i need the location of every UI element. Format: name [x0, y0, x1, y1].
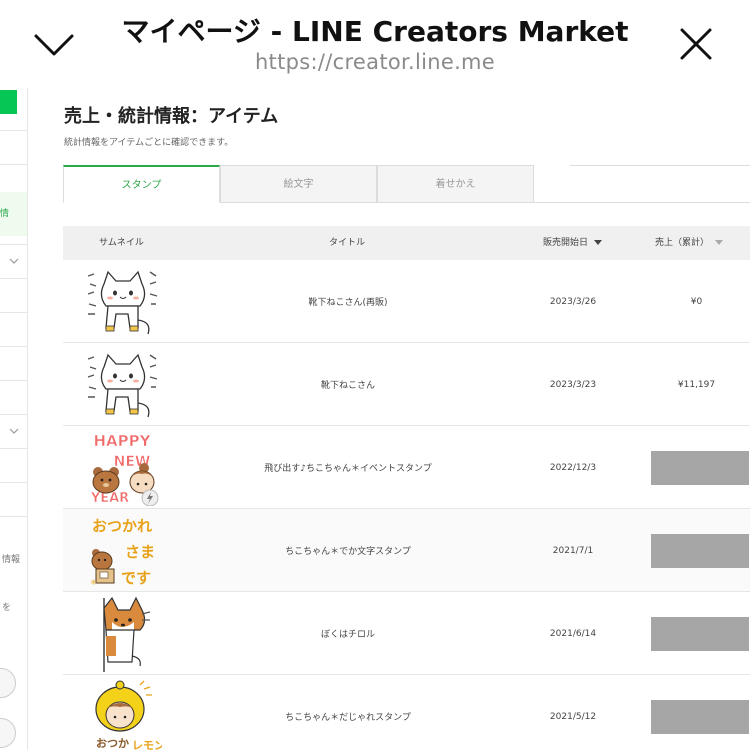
row-sales [643, 592, 750, 675]
sidebar-text[interactable]: 情報 [2, 552, 20, 565]
sidebar-divider [0, 380, 27, 381]
sidebar-divider [0, 312, 27, 313]
header-title: タイトル [329, 238, 366, 248]
redacted-value [650, 533, 749, 568]
cat-sticker-image [87, 270, 158, 334]
row-date: 2022/12/3 [549, 462, 597, 473]
table-row[interactable]: おつか レモン ちこちゃん＊だじゃれスタンプ 2021/5/12 [63, 675, 750, 750]
sidebar-divider [0, 414, 27, 415]
sort-icon[interactable] [715, 240, 724, 245]
sidebar-divider [0, 244, 27, 245]
row-date: 2021/5/12 [549, 711, 597, 722]
tab-stamp[interactable]: スタンプ [63, 165, 220, 203]
happy-new-year-sticker-image: HAPPY NEW YEAR [90, 431, 159, 506]
main-content: 売上・統計情報：アイテム 統計情報をアイテムごとに確認できます。 スタンプ 絵文… [28, 88, 750, 750]
sidebar-item-label: 情 [0, 209, 10, 219]
tab-bar-line [570, 165, 750, 166]
row-title[interactable]: ぼくはチロル [203, 592, 493, 675]
sidebar-divider [0, 516, 27, 517]
row-thumbnail[interactable] [77, 592, 167, 675]
item-type-tabs: スタンプ 絵文字 着せかえ [63, 165, 750, 203]
chevron-down-icon[interactable] [9, 426, 19, 436]
sidebar-divider [0, 130, 27, 131]
table-row[interactable]: ぼくはチロル 2021/6/14 [63, 592, 750, 675]
row-date: 2023/3/26 [549, 296, 597, 307]
row-thumbnail[interactable] [77, 343, 167, 426]
svg-text:おつか: おつか [96, 737, 129, 750]
row-date: 2021/6/14 [549, 628, 597, 639]
svg-text:です: です [121, 569, 151, 587]
sidebar-divider [0, 482, 27, 483]
header-sales-label: 売上（累計） [655, 238, 710, 248]
row-sales: ¥0 [690, 296, 703, 307]
svg-text:おつかれ: おつかれ [92, 517, 152, 535]
row-title[interactable]: ちこちゃん＊だじゃれスタンプ [203, 675, 493, 750]
svg-text:✳: ✳ [90, 578, 97, 587]
redacted-value [650, 616, 749, 651]
avatar[interactable] [0, 668, 16, 698]
close-icon[interactable] [676, 24, 716, 64]
sidebar-divider [0, 278, 27, 279]
row-title[interactable]: 飛び出す♪ちこちゃん＊イベントスタンプ [203, 426, 493, 509]
header-thumbnail: サムネイル [99, 238, 144, 248]
table-row[interactable]: 靴下ねこさん 2023/3/23 ¥11,197 [63, 343, 750, 426]
row-sales [643, 675, 750, 750]
row-date: 2023/3/23 [549, 379, 597, 390]
sidebar-text[interactable]: を [2, 600, 11, 613]
sidebar: 情 情報 を [0, 88, 28, 750]
browser-url[interactable]: https://creator.line.me [0, 50, 750, 74]
page-title: 売上・統計情報：アイテム [64, 106, 279, 127]
row-thumbnail[interactable]: おつか レモン [77, 675, 167, 750]
svg-text:YEAR: YEAR [90, 491, 129, 506]
page-description: 統計情報をアイテムごとに確認できます。 [64, 138, 234, 148]
table-row[interactable]: 靴下ねこさん(再販) 2023/3/26 ¥0 [63, 260, 750, 343]
row-title[interactable]: 靴下ねこさん(再販) [203, 260, 493, 343]
cat-sticker-image [87, 353, 158, 417]
tab-theme[interactable]: 着せかえ [377, 165, 534, 203]
sidebar-green-button[interactable] [0, 90, 17, 114]
header-sales[interactable]: 売上（累計） [655, 226, 724, 260]
sidebar-item-active[interactable]: 情 [0, 192, 27, 236]
redacted-value [650, 450, 749, 485]
row-sales [643, 509, 750, 592]
row-sales [643, 426, 750, 509]
redacted-value [650, 699, 749, 734]
avatar[interactable] [0, 718, 16, 748]
row-title[interactable]: ちこちゃん＊でか文字スタンプ [203, 509, 493, 592]
table-row[interactable]: HAPPY NEW YEAR 飛び出す♪ちこちゃん＊イベントスタンプ 2022/… [63, 426, 750, 509]
sidebar-divider [0, 346, 27, 347]
svg-text:レモン: レモン [132, 739, 162, 750]
header-release-date[interactable]: 販売開始日 [543, 226, 603, 260]
row-sales: ¥11,197 [677, 379, 716, 390]
otsukare-sticker-image: おつかれ さま です ✳ [90, 517, 155, 587]
row-thumbnail[interactable]: HAPPY NEW YEAR [77, 426, 167, 509]
sidebar-divider [0, 164, 27, 165]
sort-desc-icon[interactable] [594, 240, 603, 245]
svg-text:HAPPY: HAPPY [93, 432, 151, 450]
svg-text:さま: さま [125, 543, 155, 561]
browser-page-title: マイページ - LINE Creators Market [121, 15, 629, 48]
shiba-dog-sticker-image [103, 596, 151, 672]
chevron-down-icon[interactable] [9, 256, 19, 266]
tab-emoji[interactable]: 絵文字 [220, 165, 377, 203]
row-date: 2021/7/1 [552, 545, 594, 556]
row-thumbnail[interactable]: おつかれ さま です ✳ [77, 509, 167, 592]
browser-top-bar: マイページ - LINE Creators Market https://cre… [0, 0, 750, 88]
row-title[interactable]: 靴下ねこさん [203, 343, 493, 426]
table-row[interactable]: おつかれ さま です ✳ ちこちゃん＊でか文字スタンプ 2021/7/1 [63, 509, 750, 592]
row-thumbnail[interactable] [77, 260, 167, 343]
header-release-date-label: 販売開始日 [543, 238, 589, 248]
sidebar-divider [0, 448, 27, 449]
table-header: サムネイル タイトル 販売開始日 売上（累計） [63, 226, 750, 260]
lemon-girl-sticker-image: おつか レモン [95, 680, 162, 750]
